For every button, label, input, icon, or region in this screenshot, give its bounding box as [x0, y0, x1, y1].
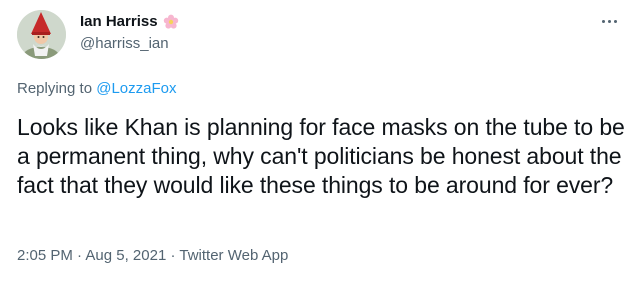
dot-icon [607, 19, 611, 23]
display-name[interactable]: Ian Harriss [80, 12, 158, 32]
replying-prefix: Replying to [17, 80, 93, 97]
tweet-date-link[interactable]: Aug 5, 2021 [85, 247, 166, 264]
tweet-meta: 2:05 PM · Aug 5, 2021 · Twitter Web App [17, 246, 288, 266]
user-handle[interactable]: @harriss_ian [80, 34, 169, 54]
more-options-button[interactable] [598, 10, 620, 32]
tweet-time-link[interactable]: 2:05 PM [17, 247, 73, 264]
reply-mention-link[interactable]: @LozzaFox [96, 80, 176, 97]
tweet-text: Looks like Khan is planning for face mas… [17, 114, 625, 198]
flower-icon [163, 14, 179, 30]
gnome-avatar-icon [17, 10, 66, 59]
author-name-row[interactable]: Ian Harriss [80, 12, 179, 32]
dot-icon [613, 19, 617, 23]
tweet-source-link[interactable]: Twitter Web App [179, 247, 288, 264]
meta-separator: · [170, 247, 176, 264]
meta-separator: · [77, 247, 83, 264]
replying-to: Replying to @LozzaFox [17, 79, 176, 99]
tweet: Ian Harriss @harriss_ian Replying to @Lo… [0, 0, 634, 282]
avatar[interactable] [17, 10, 66, 59]
dot-icon [601, 19, 605, 23]
